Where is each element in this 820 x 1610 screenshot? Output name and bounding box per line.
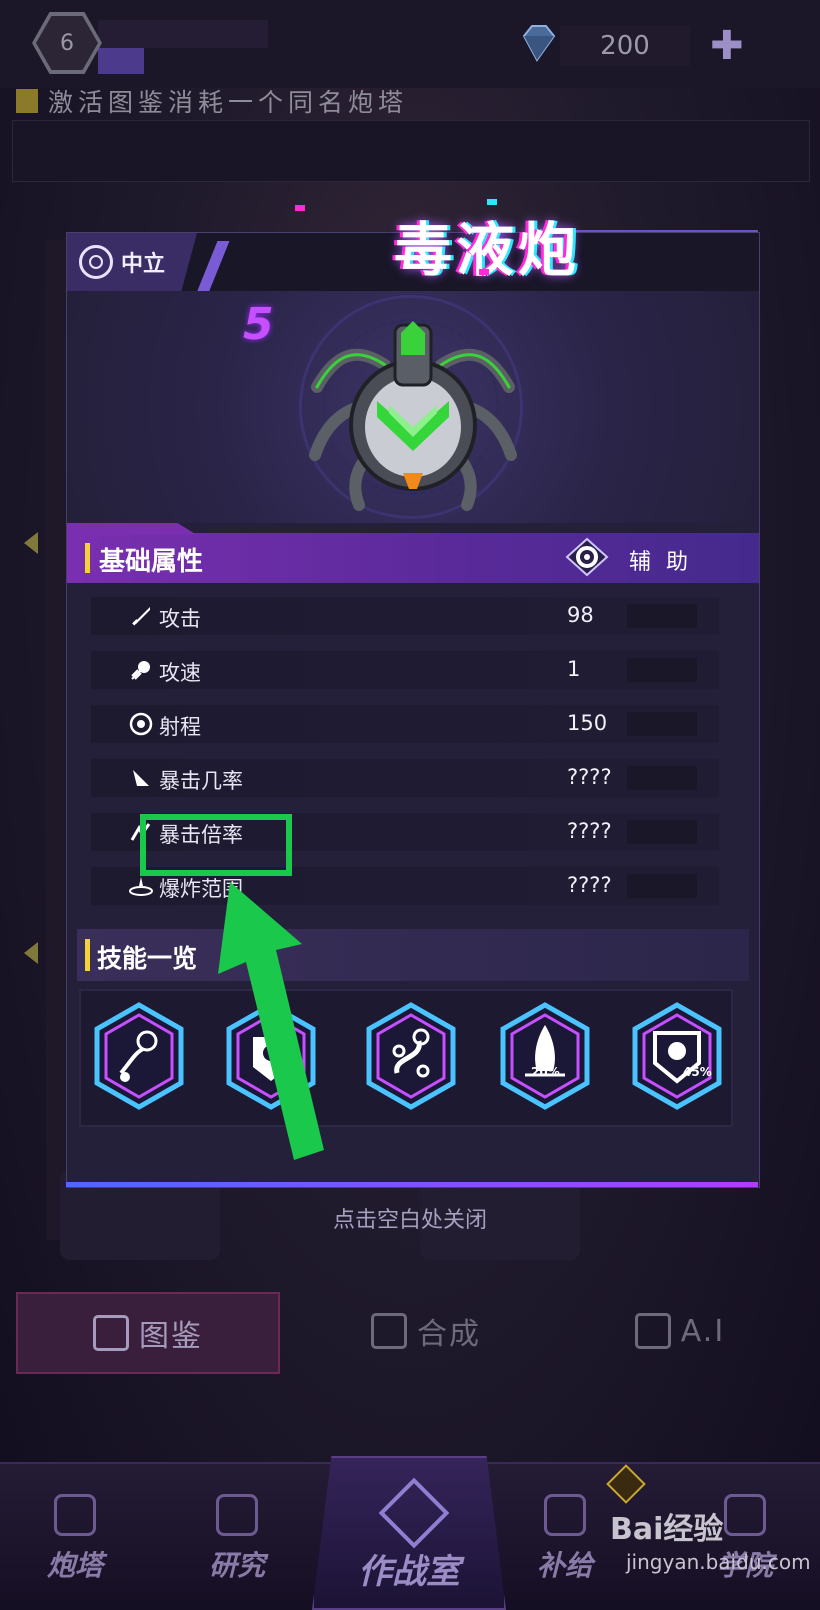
stat-row-attack: 攻击 98	[91, 597, 719, 635]
close-hint[interactable]: 点击空白处关闭	[0, 1202, 820, 1234]
stat-value: 98	[567, 603, 594, 627]
player-level: 6	[36, 16, 98, 70]
highlight-box	[140, 814, 292, 876]
nav-label: 补给	[536, 1549, 593, 1582]
header-accent-bar	[85, 543, 90, 573]
skill-icon-1[interactable]	[91, 1001, 187, 1111]
gem-icon	[522, 25, 556, 62]
header-notch	[67, 523, 197, 535]
header-stripe	[196, 241, 230, 293]
skill-badge: 20%	[531, 1065, 560, 1079]
venom-cannon-image	[309, 321, 517, 511]
stat-value: ????	[567, 873, 612, 897]
glitch-fragment	[295, 205, 305, 211]
skill-badge: 45%	[683, 1065, 712, 1079]
stat-value: 150	[567, 711, 608, 735]
crit-chance-icon	[133, 770, 149, 786]
tip-icon	[16, 89, 38, 113]
tip-row: 激活图鉴消耗一个同名炮塔	[16, 84, 408, 118]
stat-track	[627, 658, 697, 682]
stat-label: 攻速	[159, 661, 201, 685]
turret-icon	[54, 1494, 96, 1536]
stat-label: 暴击几率	[159, 769, 243, 793]
tab-label: 合成	[417, 1317, 481, 1352]
sword-icon	[132, 607, 150, 626]
nav-research[interactable]: 研究	[172, 1494, 302, 1584]
tab-label: 图鉴	[139, 1319, 203, 1354]
xp-bar	[98, 48, 144, 74]
turret-detail-modal: 中立 毒液炮 5 基础属性 辅 助 攻击 98 攻速 1 射程 150 暴击几率…	[66, 199, 760, 1188]
chip-icon	[634, 1313, 671, 1349]
skill-icon-4[interactable]: 20%	[497, 1001, 593, 1111]
category-tabs: 图鉴 合成 A.I	[0, 1292, 820, 1374]
nav-war-room[interactable]: 作战室	[312, 1456, 506, 1610]
base-stats-header: 基础属性 辅 助	[67, 523, 759, 583]
glitch-fragment	[487, 199, 497, 205]
tip-text: 激活图鉴消耗一个同名炮塔	[48, 88, 409, 117]
skills-label: 技能一览	[97, 944, 198, 973]
base-stats-label: 基础属性	[99, 547, 204, 577]
tab-codex[interactable]: 图鉴	[16, 1292, 280, 1374]
stat-track	[627, 874, 697, 898]
tab-synthesis[interactable]: 合成	[356, 1292, 496, 1370]
player-level-badge[interactable]: 6	[32, 12, 102, 74]
nav-label: 炮塔	[46, 1549, 103, 1582]
stat-value: 1	[567, 657, 581, 681]
nav-label: 作战室	[358, 1552, 460, 1592]
name-plate	[98, 20, 268, 48]
stat-label: 攻击	[159, 607, 201, 631]
turret-preview: 5	[67, 291, 759, 523]
war-room-icon	[378, 1477, 450, 1549]
tab-label: A.I	[680, 1313, 726, 1349]
explosion-icon	[129, 877, 153, 896]
nav-label: 研究	[208, 1549, 265, 1582]
stat-row-attack-speed: 攻速 1	[91, 651, 719, 689]
green-pointer-arrow-icon	[218, 882, 324, 1160]
stat-label: 射程	[159, 715, 201, 739]
page-left-arrow-icon[interactable]	[24, 942, 38, 964]
modal-bottom-accent	[66, 1182, 758, 1187]
role-label: 辅 助	[629, 550, 692, 575]
page-left-arrow-icon[interactable]	[24, 532, 38, 554]
watermark-url: jingyan.baidu.com	[626, 1550, 811, 1574]
faction-tag: 中立	[67, 233, 197, 291]
tab-ai[interactable]: A.I	[620, 1292, 740, 1370]
stat-row-crit-chance: 暴击几率 ????	[91, 759, 719, 797]
skills-header: 技能一览	[77, 929, 749, 981]
stat-track	[627, 712, 697, 736]
nav-turrets[interactable]: 炮塔	[10, 1494, 140, 1584]
stat-track	[627, 820, 697, 844]
background-panel	[12, 120, 810, 182]
flower-icon	[79, 245, 113, 279]
gem-count: 200	[560, 26, 690, 66]
skill-icon-3[interactable]	[363, 1001, 459, 1111]
header-accent-bar	[85, 939, 90, 971]
faction-label: 中立	[121, 252, 166, 277]
tier-number: 5	[243, 299, 274, 350]
cart-icon	[544, 1494, 586, 1536]
skills-list: 20% 45%	[79, 989, 733, 1127]
watermark-brand: Bai经验	[610, 1512, 724, 1547]
grid-icon	[371, 1313, 407, 1349]
stat-value: ????	[567, 765, 612, 789]
stat-row-range: 射程 150	[91, 705, 719, 743]
glitch-fragment	[479, 269, 489, 275]
add-gems-icon[interactable]: ✚	[710, 26, 744, 66]
stat-track	[627, 604, 697, 628]
top-bar: 6 200 ✚	[0, 0, 820, 88]
stat-track	[627, 766, 697, 790]
support-gear-icon	[565, 537, 609, 577]
atom-icon	[216, 1494, 258, 1536]
target-icon	[129, 712, 153, 736]
stat-value: ????	[567, 819, 612, 843]
academy-icon	[724, 1494, 766, 1536]
speed-icon	[131, 661, 150, 680]
skill-icon-5[interactable]: 45%	[629, 1001, 725, 1111]
codex-icon	[93, 1315, 129, 1351]
